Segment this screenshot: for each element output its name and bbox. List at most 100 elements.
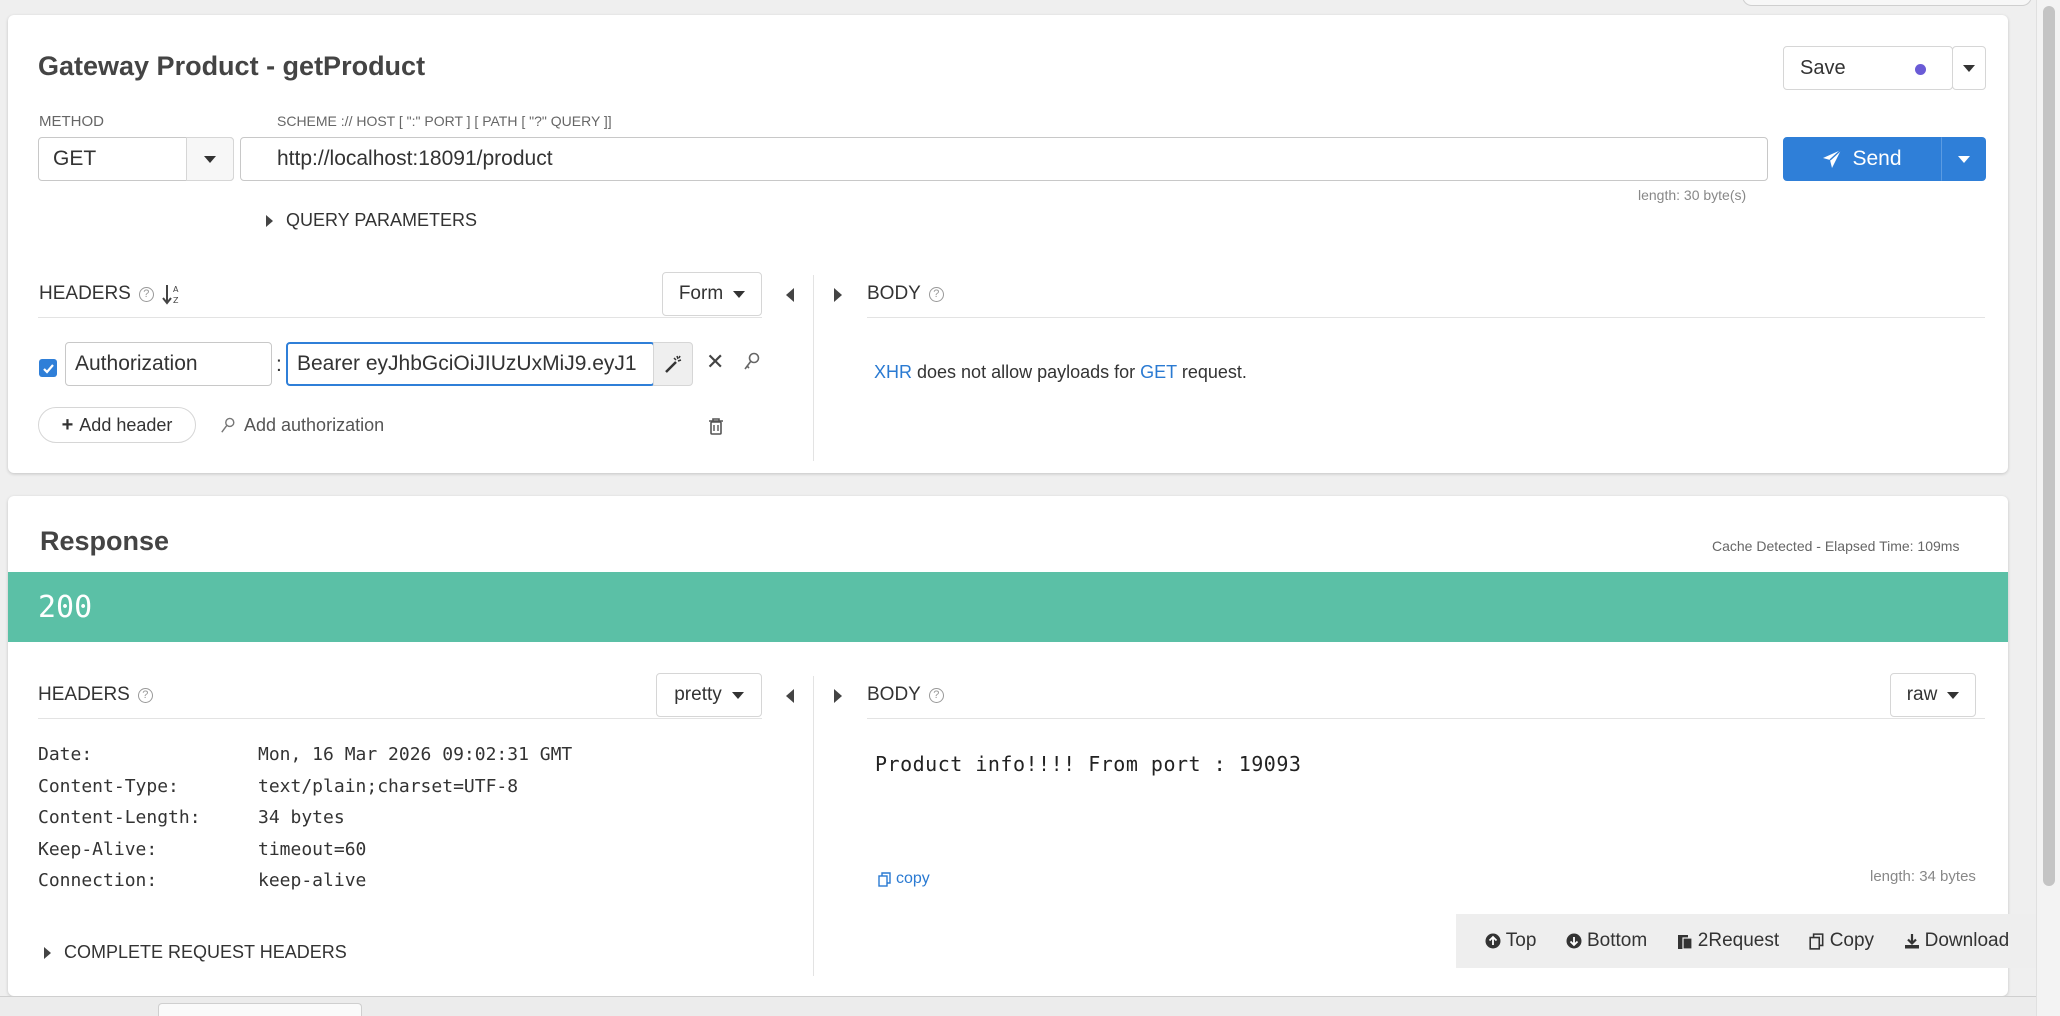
url-value: http://localhost:18091/product [277,147,553,170]
add-header-button[interactable]: + Add header [38,407,196,443]
to-request-label: 2Request [1697,930,1780,951]
header-key: Date: [38,744,93,765]
copy-icon [878,871,891,887]
bottom-status-bar [0,996,2036,1016]
header-key: Connection: [38,870,158,891]
complete-request-headers-toggle[interactable]: COMPLETE REQUEST HEADERS [44,942,347,963]
header-value-helper-button[interactable] [653,342,693,386]
trash-icon[interactable] [708,417,724,435]
svg-text:Z: Z [173,296,179,305]
copy-body-link[interactable]: copy [878,870,930,888]
response-title: Response [40,526,170,556]
response-header-row: Date: Mon, 16 Mar 2026 09:02:31 GMT [38,744,572,776]
key-icon [221,417,235,433]
response-header-row: Content-Type: text/plain;charset=UTF-8 [38,776,572,808]
bottom-label: Bottom [1587,930,1648,951]
download-label: Download [1924,930,2010,951]
copy-body-label: copy [896,870,930,887]
sort-alpha-icon[interactable]: AZ [162,283,182,305]
request-body-note: XHR does not allow payloads for GET requ… [874,362,1247,383]
body-note-end: request. [1176,362,1247,382]
expand-right-icon[interactable] [834,288,842,302]
xhr-link[interactable]: XHR [874,362,912,382]
response-headers-divider [38,718,762,719]
remove-header-icon[interactable]: ✕ [706,349,724,375]
vertical-scrollbar[interactable] [2036,0,2060,1016]
response-headers-table: Date: Mon, 16 Mar 2026 09:02:31 GMT Conte… [38,744,572,902]
response-header-row: Connection: keep-alive [38,870,572,902]
request-body-heading: BODY ? [867,283,944,305]
header-val: text/plain;charset=UTF-8 [258,775,519,797]
response-headers-mode: pretty [674,684,722,705]
response-body-text: Product info!!!! From port : 19093 [875,752,1302,776]
status-code: 200 [38,590,93,625]
chevron-down-icon [733,290,746,298]
method-dropdown-button[interactable] [186,137,234,181]
collapse-left-icon[interactable] [786,288,794,302]
expand-icon [44,946,51,959]
header-key: Content-Length: [38,807,201,828]
collapse-left-icon[interactable] [786,689,794,703]
header-key: Content-Type: [38,775,179,797]
header-value: Bearer eyJhbGciOiJIUzUxMiJ9.eyJ1 [297,352,637,375]
status-bar: 200 [8,572,2008,642]
url-length: length: 30 byte(s) [1638,187,1747,203]
send-button[interactable]: Send [1783,137,1941,181]
send-options-dropdown[interactable] [1941,137,1986,181]
paste-icon [1677,935,1693,950]
query-parameters-toggle[interactable]: QUERY PARAMETERS [266,210,477,231]
top-partial-control [1742,0,2032,6]
chevron-down-icon [1957,155,1970,163]
header-enabled-checkbox[interactable] [39,359,57,377]
scroll-top-button[interactable]: Top [1485,930,1536,952]
header-val: timeout=60 [258,838,367,860]
request-body-label: BODY [867,283,921,304]
header-name-input[interactable]: Authorization [65,342,272,386]
headers-label: HEADERS [39,283,131,304]
help-icon: ? [138,286,154,302]
get-link[interactable]: GET [1140,362,1177,382]
expand-icon [266,214,273,227]
request-title: Gateway Product - getProduct [38,51,426,81]
header-val: 34 bytes [258,807,345,828]
key-icon[interactable] [743,352,761,372]
response-body-length: length: 34 bytes [1870,868,1976,885]
arrow-circle-down-icon [1566,933,1582,949]
save-options-dropdown[interactable] [1952,46,1986,90]
header-key: Keep-Alive: [38,838,158,860]
headers-form-mode-button[interactable]: Form [662,272,762,316]
header-value-input[interactable]: Bearer eyJhbGciOiJIUzUxMiJ9.eyJ1 [286,342,655,386]
response-toolbar: Top Bottom 2Request Copy Download [1456,914,2038,968]
add-header-label: Add header [79,414,173,435]
query-parameters-label: QUERY PARAMETERS [286,210,478,230]
headers-pretty-mode-button[interactable]: pretty [656,673,762,717]
body-note-middle: does not allow payloads for [912,362,1141,382]
request-panel: Gateway Product - getProduct Save METHOD… [8,15,2008,473]
help-icon: ? [928,286,944,302]
response-header-row: Content-Length: 34 bytes [38,807,572,839]
save-button[interactable]: Save [1783,46,1953,90]
chevron-down-icon [731,691,744,699]
complete-headers-label: COMPLETE REQUEST HEADERS [64,942,347,962]
copy-response-button[interactable]: Copy [1809,930,1874,952]
paper-plane-icon [1823,149,1842,168]
send-label: Send [1852,147,1902,170]
download-icon [1904,934,1919,949]
chevron-down-icon [204,155,216,163]
copy-icon [1809,932,1824,950]
body-raw-mode-button[interactable]: raw [1890,673,1976,717]
header-val: keep-alive [258,870,367,891]
add-authorization-link[interactable]: Add authorization [220,415,384,436]
to-request-button[interactable]: 2Request [1677,930,1779,952]
url-input[interactable]: http://localhost:18091/product [240,137,1768,181]
download-button[interactable]: Download [1904,930,2010,952]
expand-right-icon[interactable] [834,689,842,703]
copy-label: Copy [1829,930,1875,951]
scrollbar-thumb[interactable] [2043,6,2055,886]
unsaved-dot-icon [1915,64,1926,75]
body-divider [867,317,1985,318]
svg-text:A: A [173,285,179,294]
headers-mode-label: Form [678,283,724,304]
headers-divider [38,317,762,318]
scroll-bottom-button[interactable]: Bottom [1566,930,1647,952]
